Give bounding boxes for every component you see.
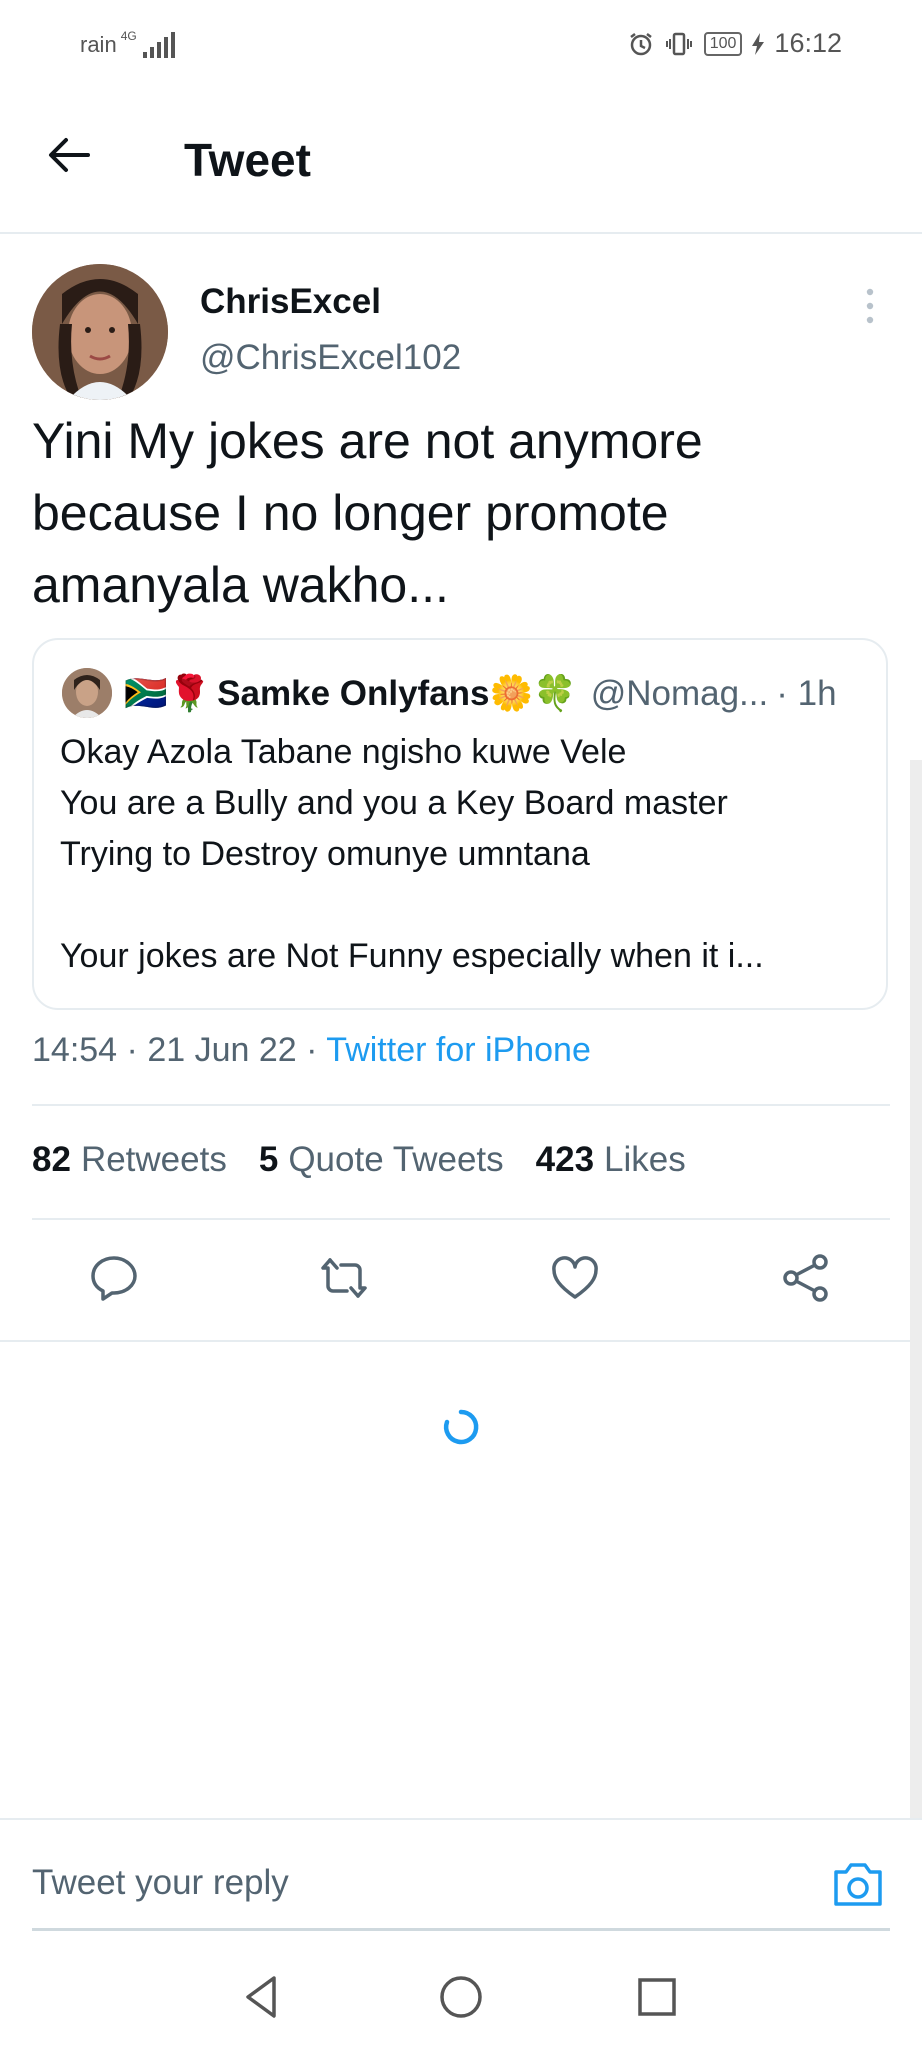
author-avatar[interactable] bbox=[32, 264, 168, 400]
page-title: Tweet bbox=[184, 134, 311, 186]
signal-icon bbox=[142, 32, 175, 58]
carrier-info: rain 4G bbox=[80, 29, 175, 58]
likes-label: Likes bbox=[604, 1140, 686, 1179]
vibrate-icon bbox=[665, 32, 692, 55]
nav-recents-icon[interactable] bbox=[632, 1972, 682, 2022]
tweet-meta: 14:54 · 21 Jun 22 · Twitter for iPhone bbox=[32, 1031, 591, 1069]
like-icon[interactable] bbox=[549, 1252, 601, 1304]
retweet-icon[interactable] bbox=[318, 1252, 370, 1304]
tweet-text: Yini My jokes are not anymore because I … bbox=[32, 413, 703, 613]
status-time: 16:12 bbox=[774, 28, 842, 58]
retweets-stat[interactable]: 82 Retweets bbox=[32, 1138, 227, 1182]
quoted-author-emoji: 🇿🇦🌹 bbox=[124, 674, 212, 713]
quoted-author-name: Samke Onlyfans bbox=[217, 674, 490, 713]
retweets-label: Retweets bbox=[80, 1140, 227, 1179]
likes-stat[interactable]: 423 Likes bbox=[536, 1138, 686, 1182]
reply-underline bbox=[32, 1928, 890, 1931]
carrier-name: rain bbox=[80, 32, 117, 57]
likes-count: 423 bbox=[535, 1140, 595, 1179]
quoted-author-handle: @Nomag... bbox=[590, 674, 769, 713]
quoted-tweet-header: 🇿🇦🌹 Samke Onlyfans 🌼🍀 @Nomag... · 1h bbox=[124, 666, 837, 722]
divider bbox=[32, 1218, 890, 1220]
charging-icon bbox=[752, 32, 765, 55]
divider bbox=[0, 1818, 922, 1820]
tweet-time: 14:54 bbox=[32, 1031, 118, 1069]
author-name[interactable]: ChrisExcel bbox=[200, 280, 381, 324]
nav-home-icon[interactable] bbox=[436, 1972, 486, 2022]
divider bbox=[0, 1340, 922, 1342]
quote-tweets-count: 5 bbox=[258, 1140, 279, 1179]
top-bar bbox=[0, 90, 922, 234]
quoted-author-emoji-after: 🌼🍀 bbox=[489, 674, 577, 713]
quote-tweets-label: Quote Tweets bbox=[288, 1140, 504, 1179]
retweets-count: 82 bbox=[32, 1140, 71, 1179]
more-options-icon[interactable] bbox=[858, 286, 882, 326]
quoted-author-avatar bbox=[62, 668, 112, 718]
share-icon[interactable] bbox=[780, 1252, 832, 1304]
tweet-source-link[interactable]: Twitter for iPhone bbox=[326, 1031, 591, 1069]
reply-icon[interactable] bbox=[88, 1252, 140, 1304]
nav-back-icon[interactable] bbox=[238, 1972, 288, 2022]
alarm-icon bbox=[629, 32, 652, 55]
network-type: 4G bbox=[120, 29, 137, 43]
author-handle[interactable]: @ChrisExcel102 bbox=[200, 336, 461, 380]
battery-icon: 100 bbox=[703, 31, 743, 56]
tweet-date: 21 Jun 22 bbox=[147, 1031, 297, 1069]
status-right: 100 16:12 bbox=[628, 28, 842, 59]
camera-icon[interactable] bbox=[830, 1856, 886, 1912]
arrow-left-icon[interactable] bbox=[44, 130, 94, 180]
quoted-tweet-text: Okay Azola Tabane ngisho kuwe Vele You a… bbox=[60, 733, 764, 975]
quoted-tweet-time: · 1h bbox=[776, 674, 837, 713]
loading-spinner-icon bbox=[443, 1409, 479, 1445]
quote-tweets-stat[interactable]: 5 Quote Tweets bbox=[259, 1138, 504, 1182]
scrollbar[interactable] bbox=[910, 760, 922, 1820]
divider bbox=[32, 1104, 890, 1106]
tweet-stats: 82 Retweets 5 Quote Tweets 423 Likes bbox=[32, 1138, 686, 1182]
reply-input[interactable]: Tweet your reply bbox=[32, 1858, 289, 1908]
